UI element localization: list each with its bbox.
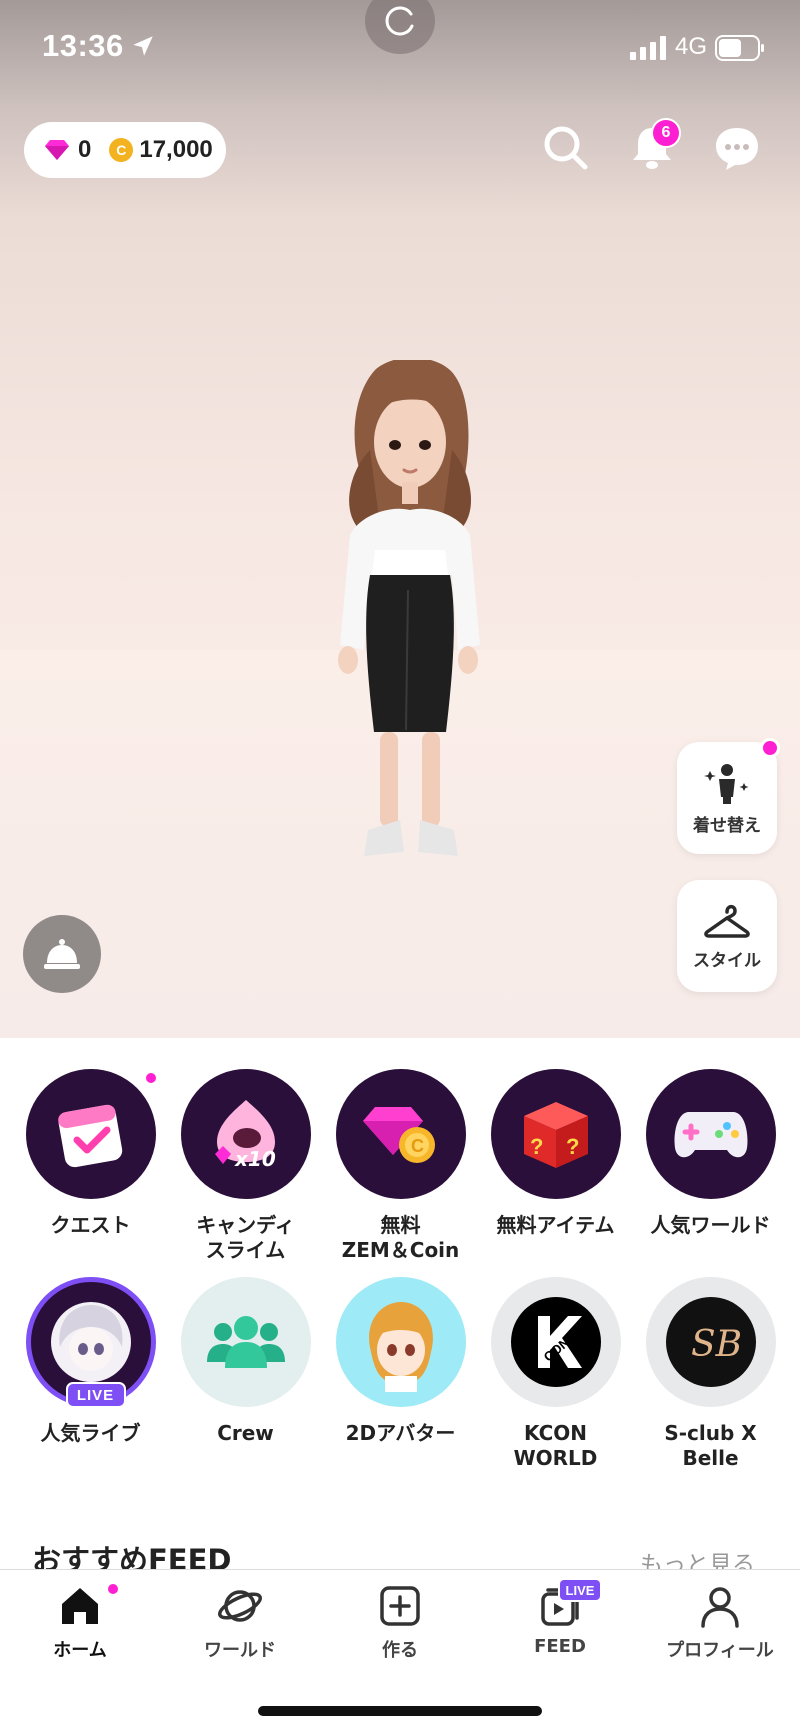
service-bell-button[interactable] bbox=[23, 915, 101, 993]
dress-up-button[interactable]: 着せ替え bbox=[677, 742, 777, 854]
style-label: スタイル bbox=[693, 950, 761, 971]
shortcut-label: クエスト bbox=[50, 1213, 131, 1237]
kcon-logo-icon: CON bbox=[510, 1297, 601, 1387]
live-badge: LIVE bbox=[65, 1382, 126, 1408]
gem-coin-icon: C bbox=[362, 1107, 435, 1163]
avatar-stage: 13:36 4G 0 C 17,000 6 着せ替え スタイル bbox=[0, 0, 800, 1038]
search-icon[interactable] bbox=[540, 122, 592, 174]
currency-pill[interactable]: 0 C 17,000 bbox=[24, 122, 226, 178]
shortcut-crew[interactable]: Crew bbox=[168, 1277, 323, 1446]
crew-icon bbox=[206, 1316, 285, 1368]
2d-avatar-icon bbox=[368, 1302, 433, 1392]
sparkle-person-icon bbox=[704, 763, 749, 804]
user-avatar-3d[interactable] bbox=[320, 360, 500, 920]
nav-profile[interactable]: プロフィール bbox=[640, 1584, 800, 1662]
chat-bubble-icon[interactable] bbox=[711, 122, 763, 174]
zem-balance: 0 bbox=[78, 136, 92, 163]
shortcut-free-items[interactable]: ? ? 無料アイテム bbox=[478, 1069, 633, 1238]
sb-logo-text: SB bbox=[691, 1324, 742, 1365]
shortcut-popular-world[interactable]: 人気ワールド bbox=[633, 1069, 788, 1238]
plus-square-icon bbox=[380, 1586, 420, 1626]
shortcut-label: 無料 ZEM＆Coin bbox=[341, 1213, 460, 1262]
popular-world-circle bbox=[645, 1069, 776, 1199]
nav-label: ワールド bbox=[204, 1640, 276, 1661]
signal-icon bbox=[630, 36, 666, 60]
nav-world[interactable]: ワールド bbox=[160, 1584, 320, 1662]
nav-label: 作る bbox=[382, 1640, 418, 1661]
sb-logo-icon: SB bbox=[665, 1297, 756, 1387]
home-icon bbox=[62, 1588, 98, 1624]
shortcut-2d-avatar[interactable]: 2Dアバター bbox=[323, 1277, 478, 1446]
person-icon bbox=[701, 1587, 739, 1628]
crew-circle bbox=[180, 1277, 311, 1407]
nav-home[interactable]: ホーム bbox=[0, 1584, 160, 1662]
style-button[interactable]: スタイル bbox=[677, 880, 777, 992]
nav-label: ホーム bbox=[53, 1640, 107, 1661]
location-arrow-icon bbox=[133, 36, 153, 56]
kcon-circle: CON bbox=[490, 1277, 621, 1407]
svg-text:?: ? bbox=[566, 1134, 579, 1159]
home-notification-dot bbox=[108, 1584, 118, 1594]
svg-text:C: C bbox=[411, 1136, 424, 1156]
mystery-box-icon: ? ? bbox=[523, 1102, 588, 1168]
slime-icon: x10 bbox=[214, 1100, 276, 1171]
network-type: 4G bbox=[675, 33, 708, 60]
shortcut-label: キャンディ スライム bbox=[196, 1213, 295, 1262]
feed-live-badge: LIVE bbox=[558, 1578, 602, 1602]
home-indicator[interactable] bbox=[258, 1706, 542, 1716]
shortcut-label: S-club X Belle bbox=[664, 1421, 757, 1470]
coin-balance: 17,000 bbox=[139, 136, 213, 163]
shortcut-label: Crew bbox=[217, 1421, 274, 1445]
free-items-circle: ? ? bbox=[490, 1069, 621, 1199]
shortcut-label: 人気ワールド bbox=[650, 1213, 771, 1237]
nav-label: プロフィール bbox=[666, 1640, 774, 1661]
coin-icon: C bbox=[109, 138, 134, 162]
status-time: 13:36 bbox=[42, 28, 124, 63]
shortcut-quest[interactable]: クエスト bbox=[13, 1069, 168, 1238]
live-avatar-icon bbox=[50, 1302, 131, 1382]
shortcut-label: 無料アイテム bbox=[496, 1213, 615, 1237]
free-zem-circle: C bbox=[335, 1069, 466, 1199]
shortcut-candy-slime[interactable]: x10 キャンディ スライム bbox=[168, 1069, 323, 1263]
shortcut-label: 2Dアバター bbox=[345, 1421, 456, 1445]
shortcut-sclub-belle[interactable]: SB S-club X Belle bbox=[633, 1277, 788, 1471]
shortcut-label: 人気ライブ bbox=[40, 1421, 141, 1445]
dress-up-notification-dot bbox=[760, 738, 780, 758]
shortcut-popular-live[interactable]: LIVE 人気ライブ bbox=[13, 1277, 168, 1446]
shortcut-label: KCON WORLD bbox=[513, 1421, 598, 1470]
dress-up-label: 着せ替え bbox=[693, 815, 761, 836]
gamepad-icon bbox=[674, 1112, 747, 1158]
svg-text:x10: x10 bbox=[234, 1147, 276, 1171]
shortcut-free-zem-coin[interactable]: C 無料 ZEM＆Coin bbox=[323, 1069, 478, 1263]
shortcut-kcon-world[interactable]: CON KCON WORLD bbox=[478, 1277, 633, 1471]
notification-badge: 6 bbox=[651, 118, 681, 148]
zem-gem-icon bbox=[45, 140, 69, 160]
2d-avatar-circle bbox=[335, 1277, 466, 1407]
hanger-icon bbox=[704, 904, 750, 938]
battery-icon bbox=[715, 35, 764, 61]
sclub-circle: SB bbox=[645, 1277, 776, 1407]
service-bell-icon bbox=[44, 939, 80, 969]
nav-create[interactable]: 作る bbox=[320, 1584, 480, 1662]
popular-live-circle: LIVE bbox=[25, 1277, 156, 1408]
calendar-check-icon bbox=[57, 1104, 122, 1168]
svg-text:?: ? bbox=[530, 1134, 543, 1159]
candy-slime-circle: x10 bbox=[180, 1069, 311, 1199]
spinner-icon bbox=[385, 6, 414, 36]
planet-icon bbox=[218, 1590, 262, 1622]
quest-circle bbox=[25, 1069, 156, 1199]
nav-label: FEED bbox=[534, 1636, 586, 1657]
